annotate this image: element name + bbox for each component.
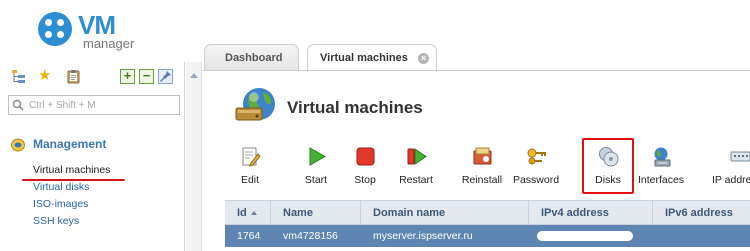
tab-divider bbox=[202, 70, 750, 71]
start-icon bbox=[306, 146, 327, 167]
cell-domain: myserver.ispserver.ru bbox=[373, 230, 473, 242]
collapse-minus-icon[interactable]: − bbox=[139, 69, 154, 84]
edit-button[interactable]: Edit bbox=[228, 146, 272, 188]
sidebar-group-label: Management bbox=[33, 137, 107, 151]
logo-subtext: manager bbox=[83, 36, 135, 51]
column-header-domain-name[interactable]: Domain name bbox=[361, 201, 529, 225]
password-button[interactable]: Password bbox=[509, 146, 563, 188]
close-icon[interactable]: × bbox=[418, 53, 429, 64]
restart-icon bbox=[406, 146, 427, 167]
table-row[interactable]: 1764 vm4728156 myserver.ispserver.ru bbox=[225, 225, 750, 247]
edit-icon bbox=[240, 146, 261, 167]
edit-label: Edit bbox=[240, 174, 260, 186]
start-button[interactable]: Start bbox=[294, 146, 338, 188]
search-box bbox=[8, 95, 180, 115]
page-title: Virtual machines bbox=[287, 98, 423, 117]
app-header: VM manager bbox=[0, 0, 750, 51]
search-input[interactable] bbox=[29, 98, 177, 112]
column-header-ipv6-address[interactable]: IPv6 address bbox=[653, 201, 750, 225]
clipboard-icon[interactable] bbox=[66, 69, 81, 84]
stop-label: Stop bbox=[354, 174, 376, 186]
tab-virtual-machines[interactable]: Virtual machines × bbox=[307, 44, 437, 72]
ip-address-label: IP addre bbox=[712, 174, 750, 186]
column-header-id[interactable]: Id bbox=[225, 201, 271, 225]
sidebar: ★ + − Ctrl + Shift + M Management Virtua… bbox=[0, 62, 185, 251]
key-icon bbox=[526, 146, 547, 167]
interfaces-icon bbox=[651, 146, 672, 167]
stop-icon bbox=[355, 146, 376, 167]
sidebar-item-virtual-machines[interactable]: Virtual machines bbox=[33, 164, 110, 176]
expand-plus-icon[interactable]: + bbox=[120, 69, 135, 84]
tab-label: Virtual machines bbox=[320, 52, 408, 64]
tab-bar: Dashboard Virtual machines × bbox=[202, 44, 750, 72]
sort-ascending-icon bbox=[250, 211, 257, 216]
interfaces-button[interactable]: Interfaces bbox=[634, 146, 688, 188]
cell-id: 1764 bbox=[237, 230, 261, 242]
ip-address-icon bbox=[730, 146, 750, 167]
table-header: Id Name Domain name IPv4 address IPv6 ad… bbox=[225, 200, 750, 225]
tab-label: Dashboard bbox=[225, 52, 283, 64]
cell-name: vm4728156 bbox=[283, 230, 338, 242]
pin-icon[interactable] bbox=[158, 69, 173, 84]
logo-icon bbox=[38, 12, 72, 46]
start-label: Start bbox=[304, 174, 328, 186]
search-icon bbox=[12, 99, 24, 111]
column-header-ipv4-address[interactable]: IPv4 address bbox=[529, 201, 653, 225]
restart-label: Restart bbox=[399, 174, 433, 186]
reinstall-label: Reinstall bbox=[461, 174, 503, 186]
restart-button[interactable]: Restart bbox=[393, 146, 439, 188]
reinstall-icon bbox=[472, 146, 493, 167]
tab-dashboard[interactable]: Dashboard bbox=[204, 44, 299, 71]
password-label: Password bbox=[512, 174, 560, 186]
collapse-arrow-icon[interactable] bbox=[190, 73, 198, 78]
sidebar-toolbar: ★ + − bbox=[0, 62, 185, 92]
ip-address-button[interactable]: IP addre bbox=[712, 146, 750, 188]
tree-icon[interactable] bbox=[11, 69, 26, 84]
cell-ipv4-redacted bbox=[537, 231, 633, 241]
management-icon bbox=[11, 138, 25, 152]
sidebar-splitter[interactable] bbox=[186, 62, 202, 251]
sidebar-item-ssh-keys[interactable]: SSH keys bbox=[33, 215, 79, 227]
interfaces-label: Interfaces bbox=[637, 174, 685, 186]
sidebar-item-virtual-disks[interactable]: Virtual disks bbox=[33, 181, 89, 193]
sidebar-item-iso-images[interactable]: ISO-images bbox=[33, 198, 88, 210]
stop-button[interactable]: Stop bbox=[343, 146, 387, 188]
virtual-machines-globe-icon bbox=[233, 86, 279, 126]
reinstall-button[interactable]: Reinstall bbox=[457, 146, 507, 188]
star-icon[interactable]: ★ bbox=[38, 68, 53, 83]
column-header-name[interactable]: Name bbox=[271, 201, 361, 225]
disks-highlight-frame bbox=[582, 138, 634, 194]
